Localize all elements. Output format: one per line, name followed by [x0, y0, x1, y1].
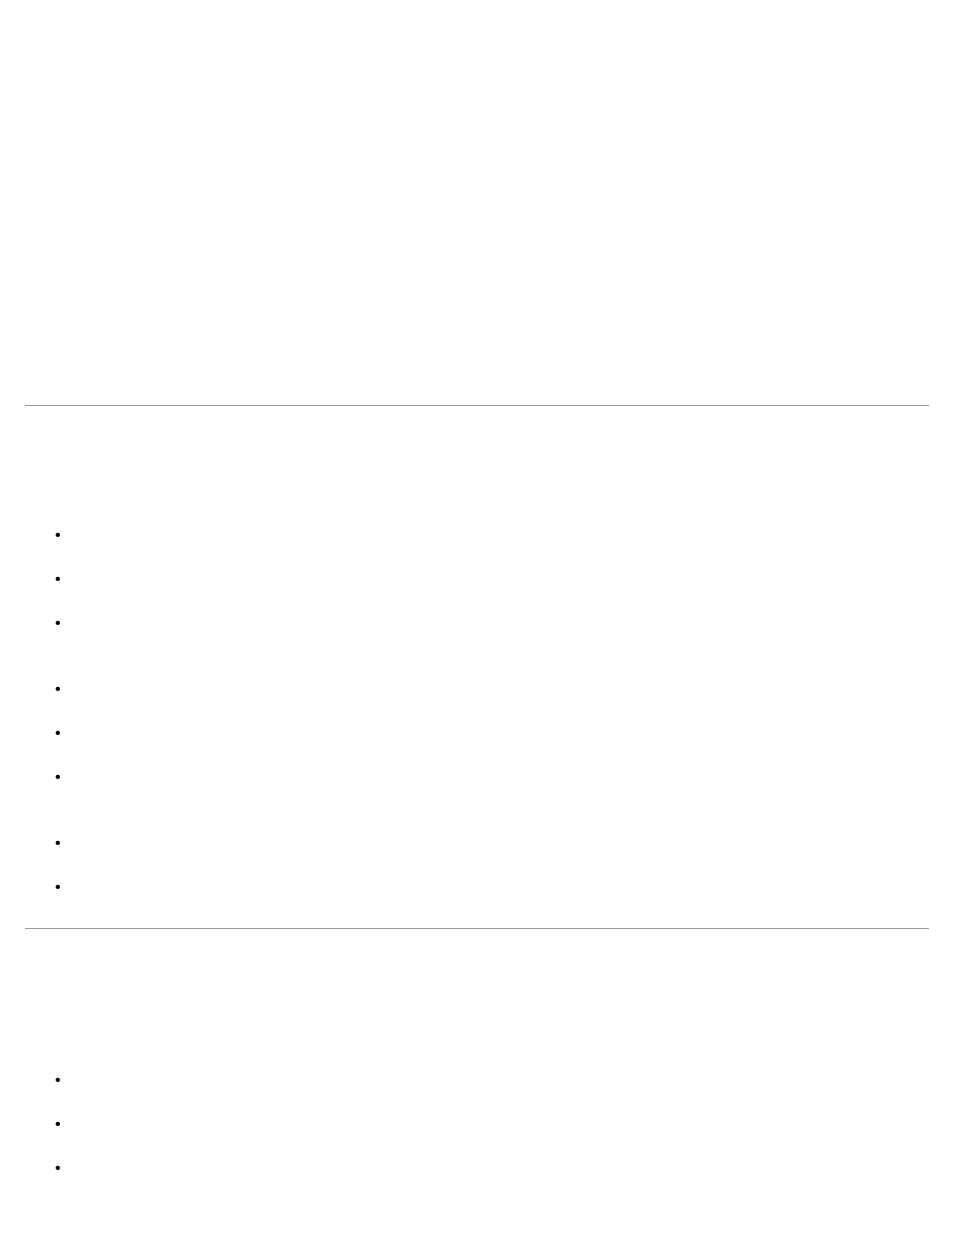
- list-item: [55, 1147, 929, 1191]
- list-section-1c: [25, 822, 929, 910]
- list-item: [55, 558, 929, 602]
- pre-divider-gap: [25, 910, 929, 928]
- list-item: [55, 756, 929, 800]
- group-gap: [25, 800, 929, 822]
- list-item: [55, 602, 929, 646]
- top-spacer: [25, 0, 929, 405]
- list-item: [55, 514, 929, 558]
- group-gap: [25, 646, 929, 668]
- list-section-1: [25, 514, 929, 646]
- list-item: [55, 712, 929, 756]
- list-item: [55, 1103, 929, 1147]
- list-section-2: [25, 1059, 929, 1191]
- list-item: [55, 822, 929, 866]
- list-item: [55, 1059, 929, 1103]
- section-gap-1: [25, 406, 929, 514]
- list-item: [55, 668, 929, 712]
- section-gap-2: [25, 929, 929, 1059]
- list-item: [55, 866, 929, 910]
- list-section-1b: [25, 668, 929, 800]
